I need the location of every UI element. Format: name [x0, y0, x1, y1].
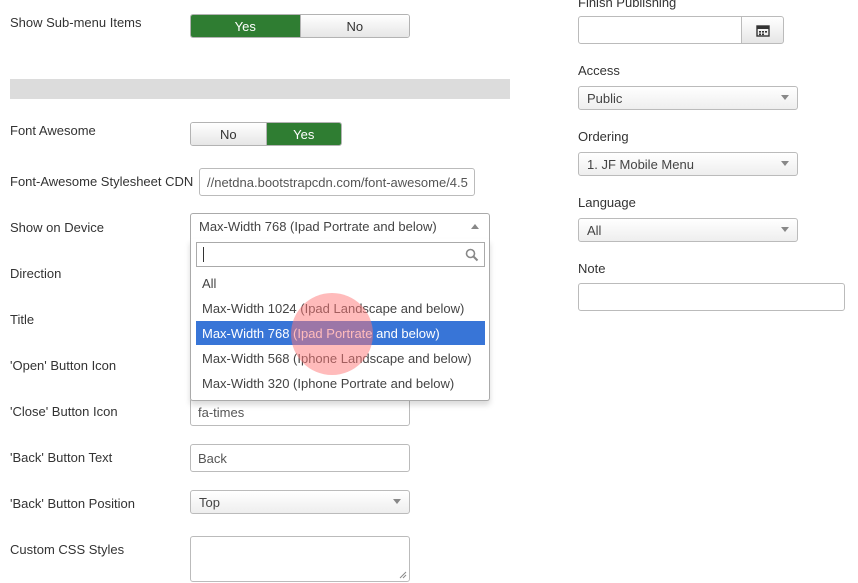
close-icon-label: 'Close' Button Icon — [10, 404, 118, 419]
open-icon-label: 'Open' Button Icon — [10, 358, 117, 373]
show-submenu-toggle[interactable]: Yes No — [190, 14, 410, 38]
calendar-button[interactable] — [741, 16, 784, 44]
language-label: Language — [578, 195, 636, 210]
font-awesome-yes-button[interactable]: Yes — [265, 123, 341, 145]
dropdown-search-input[interactable] — [196, 242, 485, 267]
back-position-select[interactable]: Top — [190, 490, 410, 514]
note-input[interactable] — [578, 283, 845, 311]
text-cursor — [203, 247, 204, 262]
chevron-down-icon — [781, 227, 789, 232]
close-icon-input[interactable]: fa-times — [190, 398, 410, 426]
chevron-down-icon — [781, 95, 789, 100]
custom-css-textarea[interactable] — [190, 536, 410, 582]
access-label: Access — [578, 63, 620, 78]
custom-css-label: Custom CSS Styles — [10, 542, 125, 557]
finish-publishing-input[interactable] — [578, 16, 742, 44]
fa-cdn-input[interactable]: //netdna.bootstrapcdn.com/font-awesome/4… — [199, 168, 475, 196]
access-select[interactable]: Public — [578, 86, 798, 110]
calendar-icon — [755, 24, 770, 37]
show-on-device-select[interactable]: Max-Width 768 (Ipad Portrate and below) — [190, 213, 490, 239]
chevron-up-icon — [471, 224, 479, 229]
chevron-down-icon — [781, 161, 789, 166]
ordering-select[interactable]: 1. JF Mobile Menu — [578, 152, 798, 176]
show-on-device-value: Max-Width 768 (Ipad Portrate and below) — [199, 219, 437, 234]
note-label: Note — [578, 261, 606, 276]
back-text-label: 'Back' Button Text — [10, 450, 113, 465]
show-on-device-label: Show on Device — [10, 220, 104, 235]
finish-publishing-label: Finish Publishing — [578, 0, 677, 10]
search-icon — [465, 248, 479, 262]
dropdown-option-all[interactable]: All — [196, 271, 485, 295]
ordering-value: 1. JF Mobile Menu — [587, 156, 694, 172]
back-text-input[interactable]: Back — [190, 444, 410, 472]
fa-cdn-label: Font-Awesome Stylesheet CDN — [10, 174, 194, 189]
show-submenu-label: Show Sub-menu Items — [10, 15, 142, 30]
chevron-down-icon — [393, 499, 401, 504]
dropdown-option-568[interactable]: Max-Width 568 (Iphone Landscape and belo… — [196, 346, 485, 370]
language-select[interactable]: All — [578, 218, 798, 242]
dropdown-option-1024[interactable]: Max-Width 1024 (Ipad Landscape and below… — [196, 296, 485, 320]
section-divider — [10, 79, 510, 99]
direction-label: Direction — [10, 266, 62, 281]
font-awesome-toggle[interactable]: No Yes — [190, 122, 342, 146]
dropdown-option-768[interactable]: Max-Width 768 (Ipad Portrate and below) — [196, 321, 485, 345]
dropdown-option-320[interactable]: Max-Width 320 (Iphone Portrate and below… — [196, 371, 485, 395]
show-submenu-yes-button[interactable]: Yes — [191, 15, 300, 37]
back-position-value: Top — [199, 494, 220, 510]
font-awesome-label: Font Awesome — [10, 123, 96, 138]
ordering-label: Ordering — [578, 129, 629, 144]
show-on-device-dropdown: All Max-Width 1024 (Ipad Landscape and b… — [190, 239, 490, 401]
title-label: Title — [10, 312, 35, 327]
access-value: Public — [587, 90, 623, 106]
language-value: All — [587, 222, 602, 238]
font-awesome-no-button[interactable]: No — [191, 123, 266, 145]
resize-handle-icon[interactable] — [399, 571, 407, 579]
show-submenu-no-button[interactable]: No — [299, 15, 409, 37]
back-position-label: 'Back' Button Position — [10, 496, 135, 511]
